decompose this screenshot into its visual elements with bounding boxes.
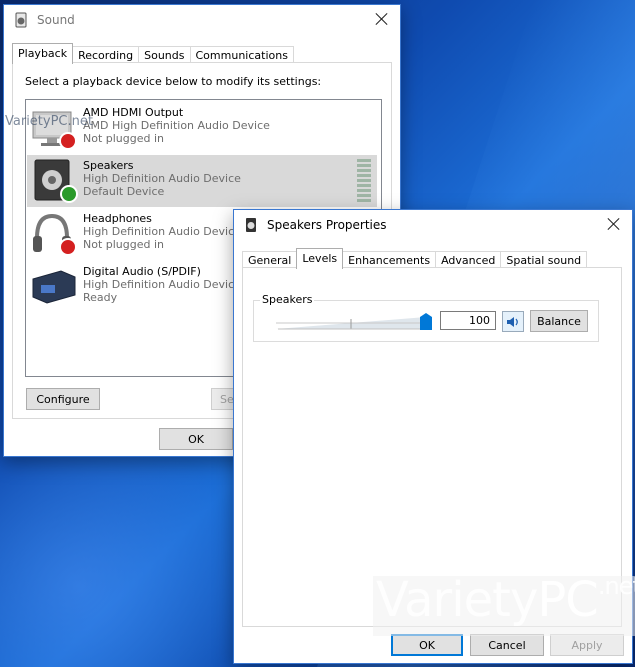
sound-window-title: Sound (37, 13, 75, 27)
level-group-label: Speakers (260, 293, 315, 306)
device-name: AMD HDMI Output (83, 106, 184, 119)
device-driver: High Definition Audio Devic (83, 225, 235, 238)
device-name: Speakers (83, 159, 134, 172)
watermark-small: VarietyPC.net (5, 114, 93, 129)
slider-thumb-icon (420, 313, 432, 330)
sound-app-icon (15, 12, 27, 28)
speakers-window-title: Speakers Properties (267, 218, 387, 232)
close-icon[interactable] (606, 216, 622, 232)
device-driver: High Definition Audio Devic (83, 278, 235, 291)
headphones-icon (27, 208, 83, 260)
device-driver: High Definition Audio Device (83, 172, 241, 185)
device-name: Digital Audio (S/PDIF) (83, 265, 201, 278)
device-status: Ready (83, 291, 118, 304)
speakers-level-group: Speakers 100 Balance (253, 293, 599, 342)
device-driver: AMD High Definition Audio Device (83, 119, 270, 132)
sound-tabs: Playback Recording Sounds Communications (12, 43, 294, 64)
speakers-ok-button[interactable]: OK (391, 634, 463, 656)
instruction-text: Select a playback device below to modify… (25, 75, 322, 88)
desktop-light-glow (0, 430, 260, 667)
sound-ok-button[interactable]: OK (159, 428, 233, 450)
close-icon[interactable] (374, 11, 390, 27)
speakers-tabs: General Levels Enhancements Advanced Spa… (242, 248, 588, 269)
mute-button[interactable] (502, 311, 524, 332)
tab-playback[interactable]: Playback (12, 43, 74, 64)
balance-button[interactable]: Balance (530, 310, 588, 332)
default-device-check-icon (60, 185, 78, 203)
sound-titlebar: Sound (4, 5, 400, 35)
tab-levels[interactable]: Levels (296, 248, 344, 269)
device-speakers[interactable]: Speakers High Definition Audio Device De… (27, 155, 377, 207)
device-status: Default Device (83, 185, 165, 198)
speaker-volume-icon (507, 316, 518, 327)
speakers-apply-button[interactable]: Apply (550, 634, 624, 656)
speaker-title-icon (246, 218, 256, 232)
speakers-cancel-button[interactable]: Cancel (470, 634, 544, 656)
unplugged-badge-icon (59, 132, 77, 150)
speakers-titlebar: Speakers Properties (234, 210, 632, 240)
device-status: Not plugged in (83, 132, 165, 145)
unplugged-badge-icon (59, 238, 77, 256)
watermark-logo: VarietyPC.net (376, 572, 635, 628)
configure-button[interactable]: Configure (26, 388, 100, 410)
digital-audio-icon (27, 261, 83, 313)
volume-meter-icon (357, 159, 371, 202)
device-status: Not plugged in (83, 238, 165, 251)
volume-value-field[interactable]: 100 (440, 311, 496, 330)
speaker-icon (27, 155, 83, 207)
device-name: Headphones (83, 212, 152, 225)
volume-slider[interactable] (276, 309, 436, 333)
